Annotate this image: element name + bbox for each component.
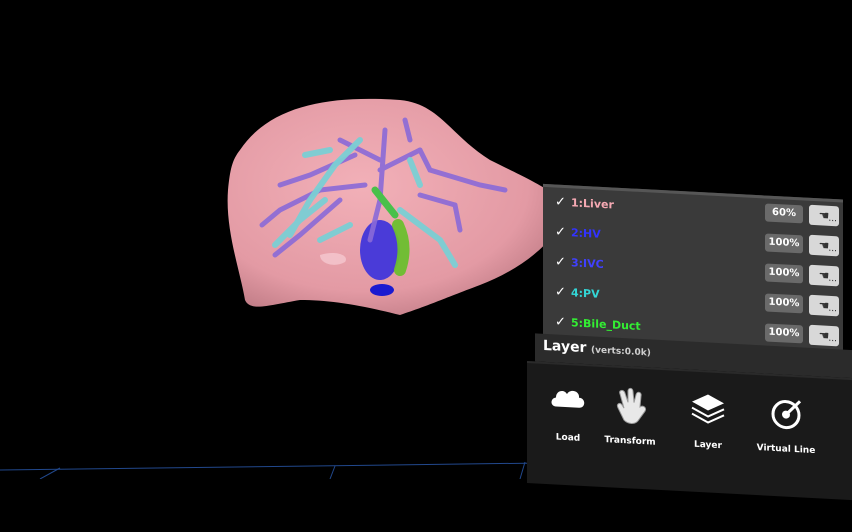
layer-grab-button[interactable]: ☚... — [809, 324, 839, 347]
tool-label: Load — [555, 432, 581, 444]
more-icon: ... — [828, 303, 837, 315]
layer-grab-button[interactable]: ☚... — [809, 234, 839, 257]
transform-tool-button[interactable]: Transform — [595, 377, 665, 471]
layers-icon — [691, 394, 725, 424]
layer-visibility-checkbox[interactable]: ✓ — [555, 254, 566, 270]
load-tool-button[interactable]: Load — [533, 373, 603, 467]
panel-title: Layer — [543, 337, 587, 357]
layer-opacity-button[interactable]: 100% — [765, 233, 803, 254]
virtual-line-tool-button[interactable]: Virtual Line — [751, 385, 821, 479]
tool-label: Virtual Line — [756, 443, 816, 457]
tool-label: Layer — [694, 439, 722, 452]
tool-label: Transform — [604, 435, 656, 448]
target-icon — [771, 400, 802, 430]
more-icon: ... — [828, 213, 837, 225]
layer-name: 4:PV — [571, 286, 600, 301]
layer-grab-button[interactable]: ☚... — [809, 264, 839, 287]
layer-opacity-button[interactable]: 60% — [765, 203, 803, 224]
liver-model — [227, 98, 565, 315]
layer-opacity-button[interactable]: 100% — [765, 293, 803, 314]
layer-name: 5:Bile_Duct — [571, 316, 641, 333]
more-icon: ... — [828, 333, 837, 345]
layer-name: 2:HV — [571, 226, 601, 241]
layer-tool-button[interactable]: Layer — [673, 381, 743, 475]
layer-list: ✓ 1:Liver 60% ☚... ✓ 2:HV 100% ☚... ✓ 3:… — [543, 183, 843, 353]
layer-name: 1:Liver — [571, 196, 614, 212]
cloud-icon — [551, 390, 585, 408]
layer-grab-button[interactable]: ☚... — [809, 294, 839, 317]
layer-visibility-checkbox[interactable]: ✓ — [555, 314, 566, 330]
layer-panel: ✓ 1:Liver 60% ☚... ✓ 2:HV 100% ☚... ✓ 3:… — [527, 183, 852, 532]
layer-opacity-button[interactable]: 100% — [765, 323, 803, 344]
layer-name: 3:IVC — [571, 256, 604, 272]
layer-visibility-checkbox[interactable]: ✓ — [555, 224, 566, 240]
layer-visibility-checkbox[interactable]: ✓ — [555, 284, 566, 300]
more-icon: ... — [828, 273, 837, 285]
verts-count: (verts:0.0k) — [591, 345, 651, 359]
more-icon: ... — [828, 243, 837, 255]
hand-icon — [617, 387, 646, 424]
layer-opacity-button[interactable]: 100% — [765, 263, 803, 284]
layer-visibility-checkbox[interactable]: ✓ — [555, 194, 566, 210]
layer-grab-button[interactable]: ☚... — [809, 204, 839, 227]
tool-bar: Load Transform Layer Virtual Line — [527, 361, 852, 501]
